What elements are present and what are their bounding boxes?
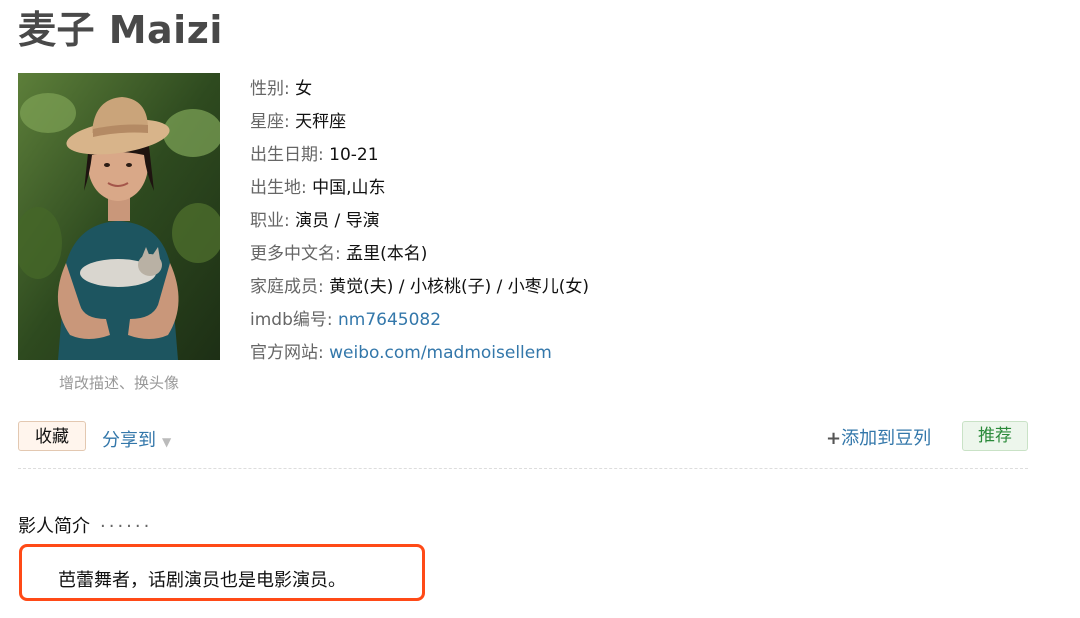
imdb-link[interactable]: nm7645082 (338, 310, 441, 330)
intro-heading-text: 影人简介 (18, 516, 90, 537)
zodiac-value: 天秤座 (295, 112, 347, 132)
birthplace-value: 中国,山东 (312, 178, 386, 198)
add-doulist-label: 添加到豆列 (841, 428, 932, 449)
edit-photo-link[interactable]: 增改描述、换头像 (18, 372, 220, 393)
website-label: 官方网站 (250, 343, 318, 363)
celebrity-photo[interactable] (18, 73, 220, 360)
zodiac-label: 星座 (250, 112, 284, 132)
other-names-value: 孟里(本名) (346, 244, 428, 264)
birthplace-label: 出生地 (250, 178, 301, 198)
intro-heading: 影人简介 ······ (18, 512, 152, 538)
family-value: 黄觉(夫) / 小核桃(子) / 小枣儿(女) (329, 277, 590, 297)
recommend-button[interactable]: 推荐 (962, 421, 1028, 451)
info-birthplace: 出生地: 中国,山东 (250, 178, 386, 198)
other-names-label: 更多中文名 (250, 244, 335, 264)
occupation-label: 职业 (250, 211, 284, 231)
info-occupation: 职业: 演员 / 导演 (250, 211, 380, 231)
birthdate-label: 出生日期 (250, 145, 318, 165)
collect-button[interactable]: 收藏 (18, 421, 86, 451)
share-dropdown[interactable]: 分享到 ▼ (102, 426, 171, 452)
family-label: 家庭成员 (250, 277, 318, 297)
info-list: 性别: 女 星座: 天秤座 出生日期: 10-21 出生地: 中国,山东 职业:… (250, 75, 589, 372)
info-website: 官方网站: weibo.com/madmoisellem (250, 343, 552, 363)
occupation-value: 演员 / 导演 (295, 211, 380, 231)
intro-text: 芭蕾舞者，话剧演员也是电影演员。 (58, 570, 346, 591)
share-label: 分享到 (102, 430, 156, 451)
page-title: 麦子 Maizi (18, 8, 223, 52)
divider (18, 468, 1028, 469)
info-imdb: imdb编号: nm7645082 (250, 310, 442, 330)
info-zodiac: 星座: 天秤座 (250, 112, 347, 132)
info-gender: 性别: 女 (250, 79, 313, 99)
info-birthdate: 出生日期: 10-21 (250, 145, 379, 165)
plus-icon: + (826, 428, 842, 449)
add-to-doulist-link[interactable]: +添加到豆列 (826, 424, 931, 450)
website-link[interactable]: weibo.com/madmoisellem (329, 343, 552, 363)
info-family: 家庭成员: 黄觉(夫) / 小核桃(子) / 小枣儿(女) (250, 277, 590, 297)
info-other-names: 更多中文名: 孟里(本名) (250, 244, 428, 264)
gender-label: 性别 (250, 79, 284, 99)
gender-value: 女 (295, 79, 313, 99)
caret-down-icon: ▼ (162, 435, 172, 449)
intro-heading-dots: ······ (100, 516, 153, 537)
imdb-label: imdb编号 (250, 310, 327, 330)
birthdate-value: 10-21 (329, 145, 379, 165)
portrait-image (18, 73, 220, 360)
